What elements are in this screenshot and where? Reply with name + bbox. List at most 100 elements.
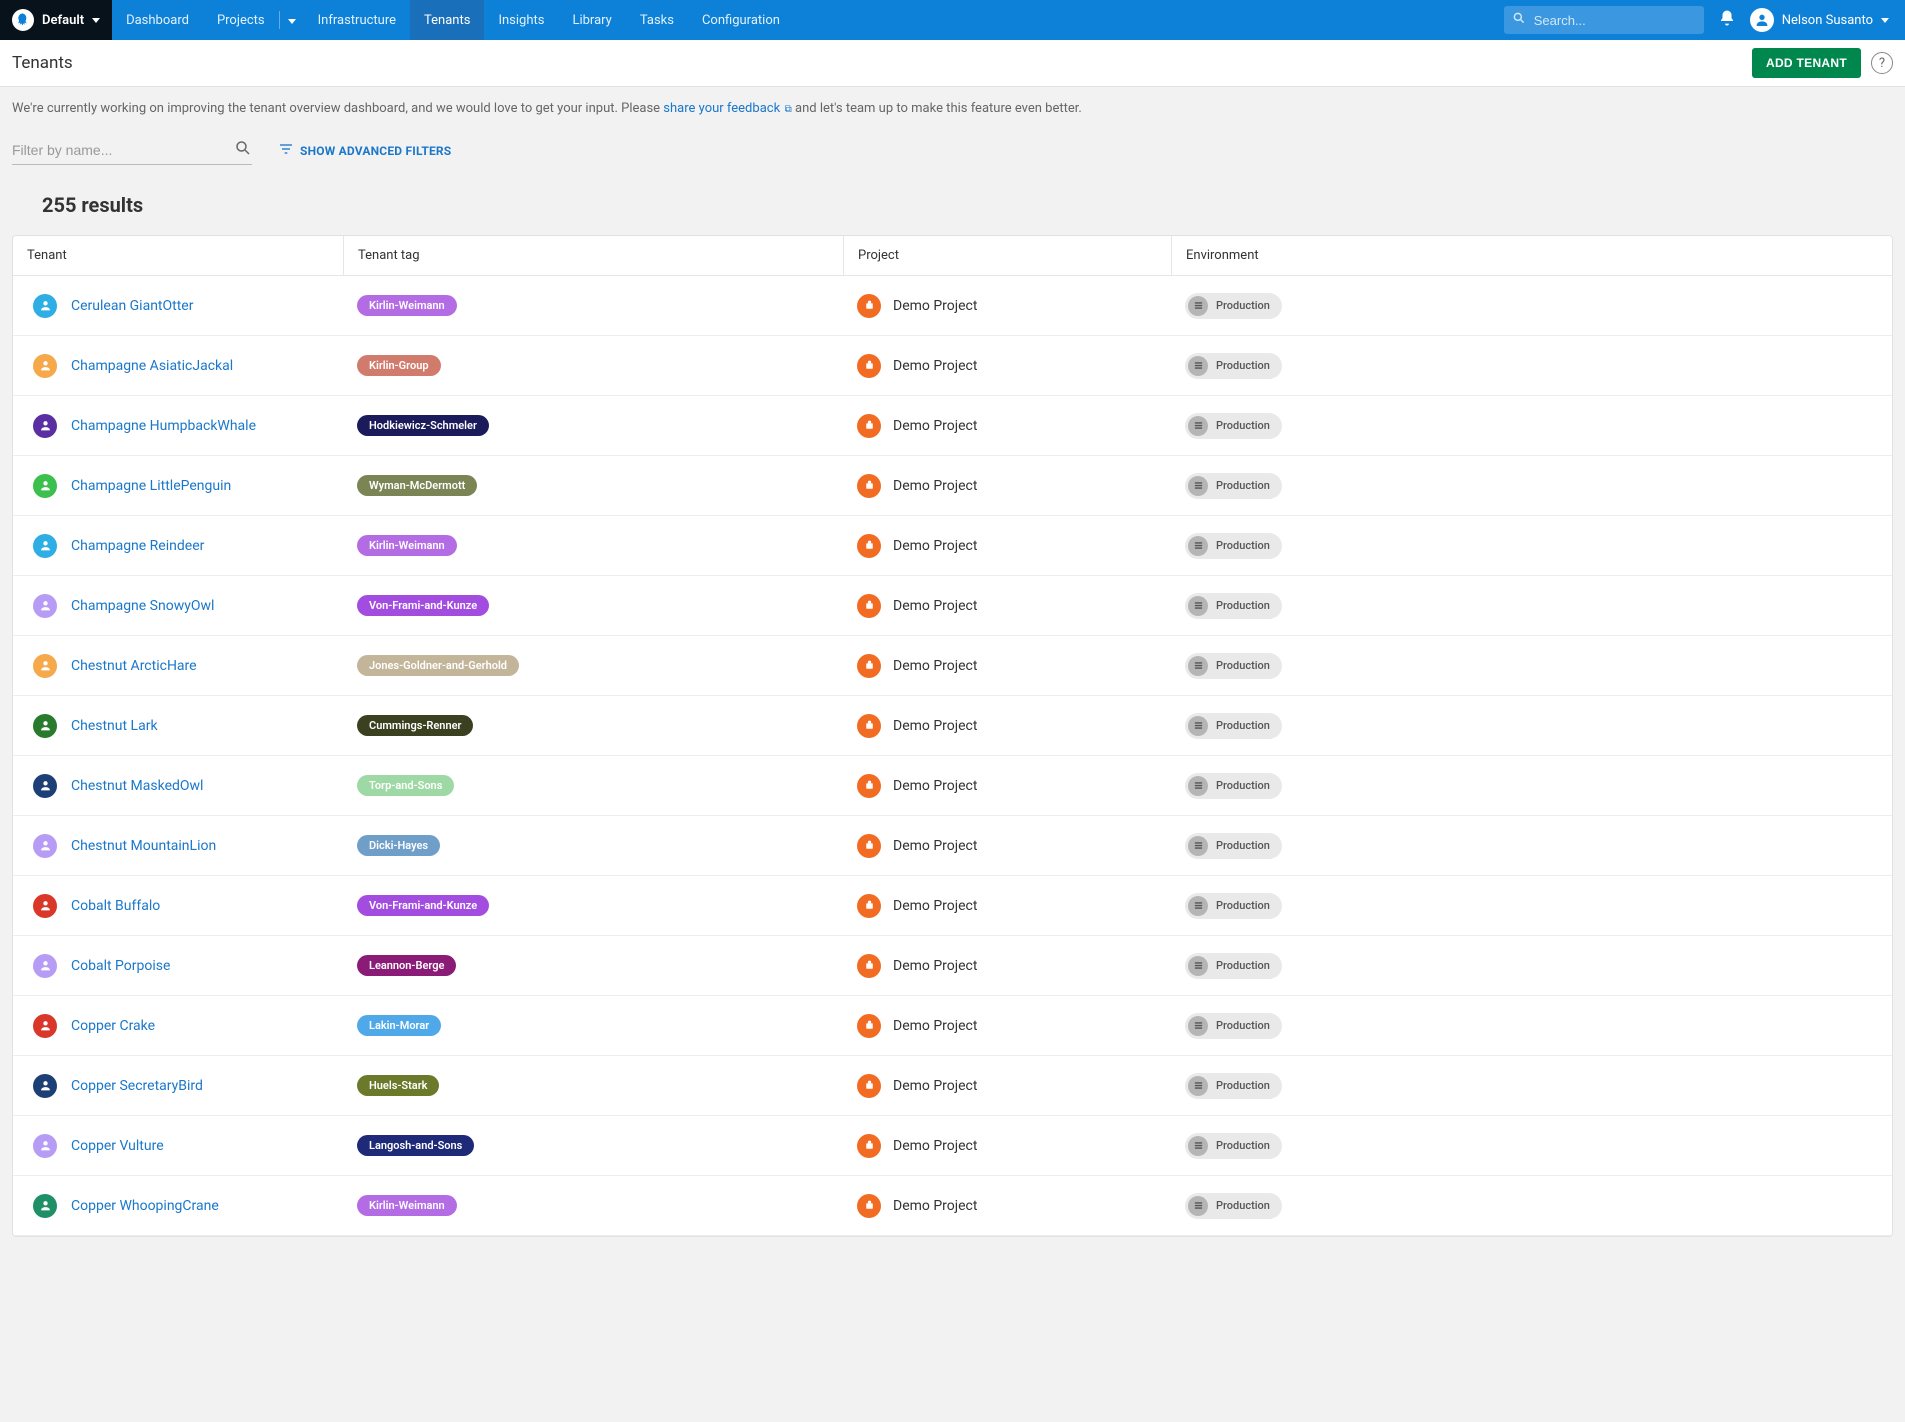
environment-chip[interactable]: Production <box>1185 1073 1282 1099</box>
search-icon[interactable] <box>234 139 252 161</box>
nav-projects[interactable]: Projects <box>203 0 279 40</box>
tenant-avatar-icon <box>33 894 57 918</box>
filter-icon <box>278 141 294 160</box>
environment-chip[interactable]: Production <box>1185 653 1282 679</box>
tenant-tag-pill[interactable]: Lakin-Morar <box>357 1015 441 1036</box>
environment-chip[interactable]: Production <box>1185 773 1282 799</box>
chevron-down-icon <box>92 18 100 23</box>
tenant-link[interactable]: Champagne Reindeer <box>71 538 204 554</box>
search-icon <box>1512 11 1526 29</box>
tenant-link[interactable]: Champagne LittlePenguin <box>71 478 231 494</box>
tenant-tag-pill[interactable]: Leannon-Berge <box>357 955 456 976</box>
project-icon <box>857 1074 881 1098</box>
advanced-filters-label: SHOW ADVANCED FILTERS <box>300 144 451 158</box>
environment-chip[interactable]: Production <box>1185 1013 1282 1039</box>
environment-icon <box>1188 536 1208 556</box>
table-row: Cerulean GiantOtter Kirlin-Weimann Demo Pr… <box>13 276 1892 336</box>
tenant-tag-pill[interactable]: Hodkiewicz-Schmeler <box>357 415 489 436</box>
project-name: Demo Project <box>893 1018 977 1034</box>
environment-chip[interactable]: Production <box>1185 1133 1282 1159</box>
environment-icon <box>1188 656 1208 676</box>
tenant-tag-pill[interactable]: Von-Frami-and-Kunze <box>357 595 489 616</box>
environment-icon <box>1188 776 1208 796</box>
project-name: Demo Project <box>893 418 977 434</box>
help-icon[interactable]: ? <box>1871 52 1893 74</box>
space-switcher[interactable]: Default <box>0 0 112 40</box>
environment-label: Production <box>1216 899 1270 912</box>
environment-icon <box>1188 836 1208 856</box>
nav-tasks[interactable]: Tasks <box>626 0 688 40</box>
nav-items: Dashboard Projects Infrastructure Tenant… <box>112 0 794 40</box>
environment-label: Production <box>1216 719 1270 732</box>
environment-chip[interactable]: Production <box>1185 473 1282 499</box>
tenant-tag-pill[interactable]: Von-Frami-and-Kunze <box>357 895 489 916</box>
tenant-link[interactable]: Chestnut ArcticHare <box>71 658 197 674</box>
environment-chip[interactable]: Production <box>1185 293 1282 319</box>
filter-by-name-input[interactable] <box>12 136 252 164</box>
share-feedback-link[interactable]: share your feedback ⧉ <box>663 101 792 116</box>
environment-label: Production <box>1216 359 1270 372</box>
environment-icon <box>1188 1136 1208 1156</box>
tenant-link[interactable]: Copper Crake <box>71 1018 155 1034</box>
tenant-link[interactable]: Chestnut Lark <box>71 718 158 734</box>
project-icon <box>857 1134 881 1158</box>
tenant-link[interactable]: Cobalt Buffalo <box>71 898 160 914</box>
tenant-tag-pill[interactable]: Cummings-Renner <box>357 715 473 736</box>
tenant-avatar-icon <box>33 594 57 618</box>
table-row: Chestnut MaskedOwlTorp-and-SonsDemo Proj… <box>13 756 1892 816</box>
banner-text-post: and let's team up to make this feature e… <box>792 101 1082 116</box>
tenant-avatar-icon <box>33 834 57 858</box>
project-icon <box>857 894 881 918</box>
user-menu[interactable]: Nelson Susanto <box>1750 8 1889 32</box>
environment-chip[interactable]: Production <box>1185 713 1282 739</box>
tenant-link[interactable]: Copper SecretaryBird <box>71 1078 203 1094</box>
tenant-tag-pill[interactable]: Dicki-Hayes <box>357 835 440 856</box>
environment-chip[interactable]: Production <box>1185 1193 1282 1219</box>
tenant-link[interactable]: Chestnut MaskedOwl <box>71 778 203 794</box>
tenant-tag-pill[interactable]: Langosh-and-Sons <box>357 1135 474 1156</box>
add-tenant-button[interactable]: ADD TENANT <box>1752 48 1861 78</box>
nav-tenants[interactable]: Tenants <box>410 0 484 40</box>
nav-insights[interactable]: Insights <box>484 0 558 40</box>
tenant-link[interactable]: Champagne AsiaticJackal <box>71 358 233 374</box>
environment-chip[interactable]: Production <box>1185 593 1282 619</box>
tenant-link[interactable]: Copper WhoopingCrane <box>71 1198 219 1214</box>
col-header-environment: Environment <box>1171 236 1892 275</box>
environment-chip[interactable]: Production <box>1185 893 1282 919</box>
environment-chip[interactable]: Production <box>1185 533 1282 559</box>
nav-configuration[interactable]: Configuration <box>688 0 794 40</box>
show-advanced-filters-button[interactable]: SHOW ADVANCED FILTERS <box>278 141 451 160</box>
banner-text-pre: We're currently working on improving the… <box>12 101 663 116</box>
tenant-tag-pill[interactable]: Kirlin-Weimann <box>357 295 457 316</box>
environment-chip[interactable]: Production <box>1185 353 1282 379</box>
tenant-avatar-icon <box>33 954 57 978</box>
notifications-icon[interactable] <box>1718 9 1736 31</box>
tenant-tag-pill[interactable]: Kirlin-Group <box>357 355 441 376</box>
tenant-link[interactable]: Chestnut MountainLion <box>71 838 216 854</box>
tenant-link[interactable]: Cerulean GiantOtter <box>71 298 193 314</box>
environment-chip[interactable]: Production <box>1185 953 1282 979</box>
projects-dropdown[interactable] <box>280 12 304 28</box>
tenant-tag-pill[interactable]: Huels-Stark <box>357 1075 439 1096</box>
tenant-link[interactable]: Champagne SnowyOwl <box>71 598 214 614</box>
tenant-tag-pill[interactable]: Kirlin-Weimann <box>357 535 457 556</box>
tenant-tag-pill[interactable]: Jones-Goldner-and-Gerhold <box>357 655 519 676</box>
environment-chip[interactable]: Production <box>1185 413 1282 439</box>
col-header-tenant: Tenant <box>13 236 343 275</box>
environment-chip[interactable]: Production <box>1185 833 1282 859</box>
tenant-tag-pill[interactable]: Kirlin-Weimann <box>357 1195 457 1216</box>
tenant-tag-pill[interactable]: Wyman-McDermott <box>357 475 477 496</box>
nav-dashboard[interactable]: Dashboard <box>112 0 203 40</box>
tenant-link[interactable]: Cobalt Porpoise <box>71 958 170 974</box>
tenant-tag-pill[interactable]: Torp-and-Sons <box>357 775 454 796</box>
tenant-link[interactable]: Copper Vulture <box>71 1138 164 1154</box>
table-row: Cobalt Buffalo Von-Frami-and-Kunze Demo Pr… <box>13 876 1892 936</box>
nav-infrastructure[interactable]: Infrastructure <box>304 0 410 40</box>
project-name: Demo Project <box>893 898 977 914</box>
tenant-link[interactable]: Champagne HumpbackWhale <box>71 418 256 434</box>
nav-library[interactable]: Library <box>558 0 625 40</box>
environment-label: Production <box>1216 659 1270 672</box>
project-name: Demo Project <box>893 598 977 614</box>
project-name: Demo Project <box>893 298 977 314</box>
global-search-input[interactable] <box>1504 6 1704 34</box>
